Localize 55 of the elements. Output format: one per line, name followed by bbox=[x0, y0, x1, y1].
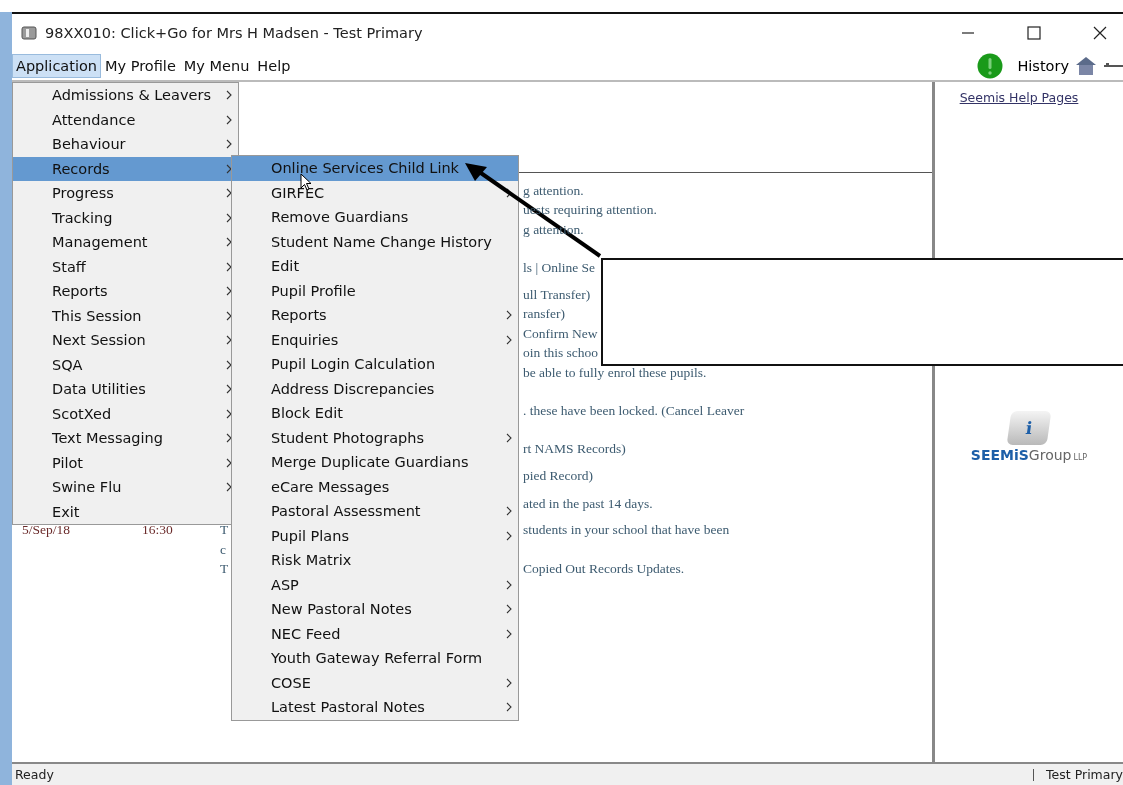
menu-item[interactable]: Attendance bbox=[13, 107, 238, 132]
window-title: 98XX010: Click+Go for Mrs H Madsen - Test Primary bbox=[45, 25, 423, 41]
notice-text: Copied Out Records Updates. bbox=[523, 561, 685, 577]
notice-text: students in your school that have been bbox=[523, 522, 730, 538]
menu-item[interactable]: Student Photographs bbox=[232, 425, 518, 450]
history-link[interactable]: History bbox=[1017, 58, 1069, 74]
menu-item[interactable]: Student Name Change History bbox=[232, 229, 518, 254]
logo-text: SEEMiSGroup LLP bbox=[970, 447, 1088, 463]
menu-item[interactable]: New Pastoral Notes bbox=[232, 597, 518, 622]
notice-text: oin this schoo bbox=[523, 345, 598, 361]
menu-item[interactable]: Reports bbox=[232, 303, 518, 328]
menu-item[interactable]: GIRFEC bbox=[232, 180, 518, 205]
menu-item[interactable]: Pupil Profile bbox=[232, 278, 518, 303]
time-text: 16:30 bbox=[142, 522, 173, 538]
notice-text: rt NAMS Records) bbox=[523, 440, 626, 456]
note-text: T bbox=[220, 522, 229, 538]
menu-bar-item[interactable]: My Menu bbox=[179, 54, 254, 78]
menu-item[interactable]: Pastoral Assessment bbox=[232, 499, 518, 524]
notice-text: be able to fully enrol these pupils. bbox=[523, 364, 707, 380]
menu-bar-item[interactable]: My Profile bbox=[101, 54, 180, 78]
notice-text: ls | Online Se bbox=[523, 260, 596, 276]
menu-item[interactable]: Address Discrepancies bbox=[232, 376, 518, 401]
menu-bar-item[interactable]: Help bbox=[253, 54, 295, 78]
menu-item[interactable]: Online Services Child Link bbox=[232, 156, 518, 181]
menu-item[interactable]: Block Edit bbox=[232, 401, 518, 426]
menu-item[interactable]: Behaviour bbox=[13, 132, 238, 157]
notice-text: . these have been locked. (Cancel Leaver bbox=[523, 403, 745, 419]
menu-item[interactable]: Latest Pastoral Notes bbox=[232, 695, 518, 720]
status-text: Ready bbox=[15, 767, 54, 782]
school-name: Test Primary bbox=[1046, 767, 1123, 782]
menu-item[interactable]: eCare Messages bbox=[232, 474, 518, 499]
notice-text: ull Transfer) bbox=[523, 286, 591, 302]
note-text: T bbox=[220, 561, 229, 577]
menu-item[interactable]: Merge Duplicate Guardians bbox=[232, 450, 518, 475]
notice-text: ransfer) bbox=[523, 306, 565, 322]
notice-text: Confirm New bbox=[523, 325, 598, 341]
menu-item[interactable]: ASP bbox=[232, 572, 518, 597]
notice-text: g attention. bbox=[523, 182, 584, 198]
menu-item[interactable]: Pupil Plans bbox=[232, 523, 518, 548]
help-link[interactable]: Seemis Help Pages bbox=[959, 90, 1079, 105]
menu-item[interactable]: Edit bbox=[232, 254, 518, 279]
menu-item[interactable]: Remove Guardians bbox=[232, 205, 518, 230]
menu-item[interactable]: Pupil Login Calculation bbox=[232, 352, 518, 377]
note-text: c bbox=[220, 541, 226, 557]
notice-text: pied Record) bbox=[523, 468, 594, 484]
menu-item[interactable]: Admissions & Leavers bbox=[13, 83, 238, 108]
menu-item[interactable]: COSE bbox=[232, 670, 518, 695]
menu-item[interactable]: Risk Matrix bbox=[232, 548, 518, 573]
menu-bar-item[interactable]: Application bbox=[12, 54, 102, 78]
menu-item[interactable]: Youth Gateway Referral Form bbox=[232, 646, 518, 671]
date-text: 5/Sep/18 bbox=[22, 522, 70, 538]
menu-item[interactable]: Enquiries bbox=[232, 327, 518, 352]
menu-item[interactable]: NEC Feed bbox=[232, 621, 518, 646]
key-cap-icon: i bbox=[1006, 411, 1052, 445]
notice-text: ated in the past 14 days. bbox=[523, 495, 653, 511]
